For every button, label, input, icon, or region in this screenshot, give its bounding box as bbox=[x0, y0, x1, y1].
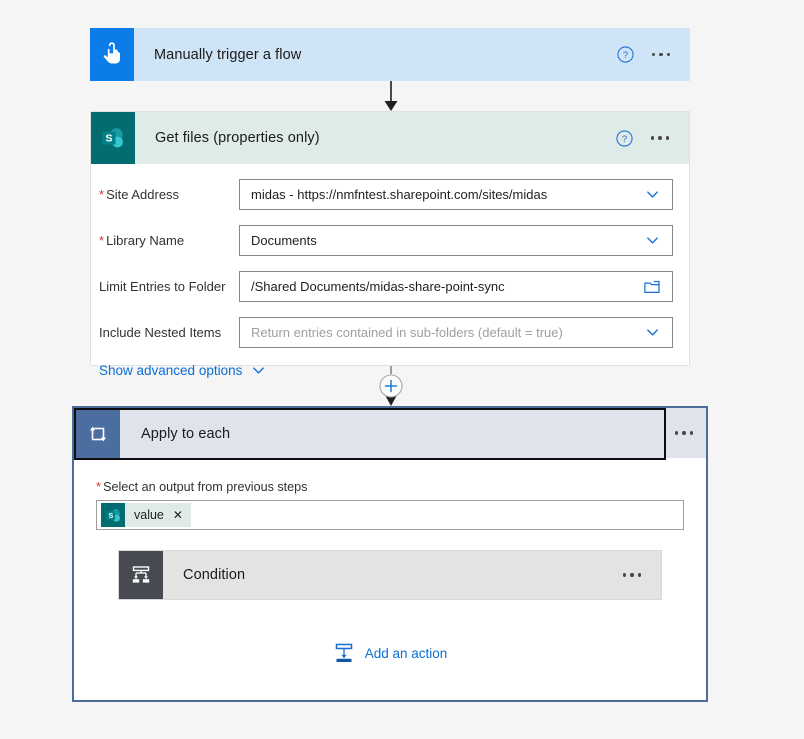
svg-text:?: ? bbox=[621, 133, 626, 144]
add-an-action-label: Add an action bbox=[364, 645, 448, 661]
limit-entries-to-folder-value: /Shared Documents/midas-share-point-sync bbox=[251, 279, 505, 294]
trigger-card-title: Manually trigger a flow bbox=[154, 46, 302, 63]
trigger-card-actions: ? bbox=[616, 28, 691, 81]
foreach-loop-icon bbox=[76, 410, 120, 458]
help-circle-icon[interactable]: ? bbox=[616, 46, 634, 63]
condition-card[interactable]: Condition bbox=[118, 550, 662, 600]
include-nested-items-input[interactable]: Return entries contained in sub-folders … bbox=[239, 317, 673, 348]
get-files-card-actions: ? bbox=[615, 112, 690, 164]
include-nested-items-placeholder: Return entries contained in sub-folders … bbox=[251, 325, 563, 340]
svg-text:S: S bbox=[105, 133, 112, 145]
select-output-label: * Select an output from previous steps bbox=[96, 479, 308, 494]
get-files-card-body: * Site Address midas - https://nmfntest.… bbox=[91, 164, 689, 378]
trigger-card-header[interactable]: Manually trigger a flow ? bbox=[90, 28, 690, 81]
condition-card-header[interactable]: Condition bbox=[119, 551, 661, 599]
condition-card-title: Condition bbox=[183, 567, 246, 583]
field-row-site-address: * Site Address midas - https://nmfntest.… bbox=[91, 176, 689, 213]
required-indicator: * bbox=[99, 187, 105, 202]
required-indicator: * bbox=[99, 233, 105, 248]
condition-card-actions bbox=[622, 551, 662, 599]
library-name-input[interactable]: Documents bbox=[239, 225, 673, 256]
apply-to-each-title: Apply to each bbox=[141, 426, 231, 442]
field-row-library-name: * Library Name Documents bbox=[91, 222, 689, 259]
chevron-down-icon[interactable] bbox=[645, 187, 664, 202]
get-files-card[interactable]: S Get files (properties only) ? * Site A… bbox=[90, 111, 690, 378]
sharepoint-icon: S bbox=[101, 503, 125, 527]
more-options-icon[interactable] bbox=[622, 551, 641, 599]
chevron-down-icon bbox=[251, 363, 266, 378]
svg-text:?: ? bbox=[622, 50, 627, 61]
show-advanced-options-link[interactable]: Show advanced options bbox=[91, 363, 266, 378]
apply-to-each-menu[interactable] bbox=[662, 408, 706, 458]
field-label-include-nested-items: Include Nested Items bbox=[99, 325, 222, 340]
apply-to-each-body: * Select an output from previous steps S… bbox=[74, 458, 706, 600]
field-label-site-address: * Site Address bbox=[99, 187, 180, 202]
apply-to-each-container[interactable]: Apply to each * Select an output from pr… bbox=[72, 406, 708, 702]
chevron-down-icon[interactable] bbox=[645, 233, 664, 248]
get-files-card-header[interactable]: S Get files (properties only) ? bbox=[91, 112, 689, 164]
help-circle-icon[interactable]: ? bbox=[615, 129, 633, 147]
more-options-icon[interactable] bbox=[651, 28, 670, 81]
field-row-include-nested-items: Include Nested Items Return entries cont… bbox=[91, 314, 689, 351]
sharepoint-icon: S bbox=[91, 112, 135, 164]
get-files-card-title: Get files (properties only) bbox=[155, 130, 320, 146]
select-output-input[interactable]: S value ✕ bbox=[96, 500, 684, 530]
add-an-action-button[interactable]: Add an action bbox=[74, 642, 706, 664]
connector-arrow-trigger-to-getfiles bbox=[384, 81, 398, 111]
field-row-limit-entries-to-folder: Limit Entries to Folder /Shared Document… bbox=[91, 268, 689, 305]
trigger-card[interactable]: Manually trigger a flow ? bbox=[90, 28, 690, 81]
value-token-label: value bbox=[134, 508, 164, 522]
limit-entries-to-folder-input[interactable]: /Shared Documents/midas-share-point-sync bbox=[239, 271, 673, 302]
flow-designer-canvas: Manually trigger a flow ? S Get files (p… bbox=[0, 0, 804, 739]
insert-step-button[interactable] bbox=[378, 373, 404, 399]
close-icon[interactable]: ✕ bbox=[173, 509, 183, 521]
apply-to-each-header[interactable]: Apply to each bbox=[74, 408, 666, 460]
site-address-input[interactable]: midas - https://nmfntest.sharepoint.com/… bbox=[239, 179, 673, 210]
show-advanced-options-label: Show advanced options bbox=[99, 363, 243, 378]
more-options-icon[interactable] bbox=[650, 112, 669, 164]
more-options-icon[interactable] bbox=[674, 408, 694, 458]
chevron-down-icon[interactable] bbox=[645, 325, 664, 340]
svg-text:S: S bbox=[108, 512, 113, 519]
add-action-icon bbox=[333, 642, 355, 664]
condition-branch-icon bbox=[119, 551, 163, 599]
tap-hand-icon bbox=[90, 28, 134, 81]
folder-picker-icon[interactable] bbox=[644, 280, 664, 294]
site-address-value: midas - https://nmfntest.sharepoint.com/… bbox=[251, 187, 548, 202]
field-label-limit-entries-to-folder: Limit Entries to Folder bbox=[99, 279, 226, 294]
required-indicator: * bbox=[96, 479, 102, 494]
value-token[interactable]: S value ✕ bbox=[101, 503, 191, 527]
field-label-library-name: * Library Name bbox=[99, 233, 185, 248]
library-name-value: Documents bbox=[251, 233, 317, 248]
